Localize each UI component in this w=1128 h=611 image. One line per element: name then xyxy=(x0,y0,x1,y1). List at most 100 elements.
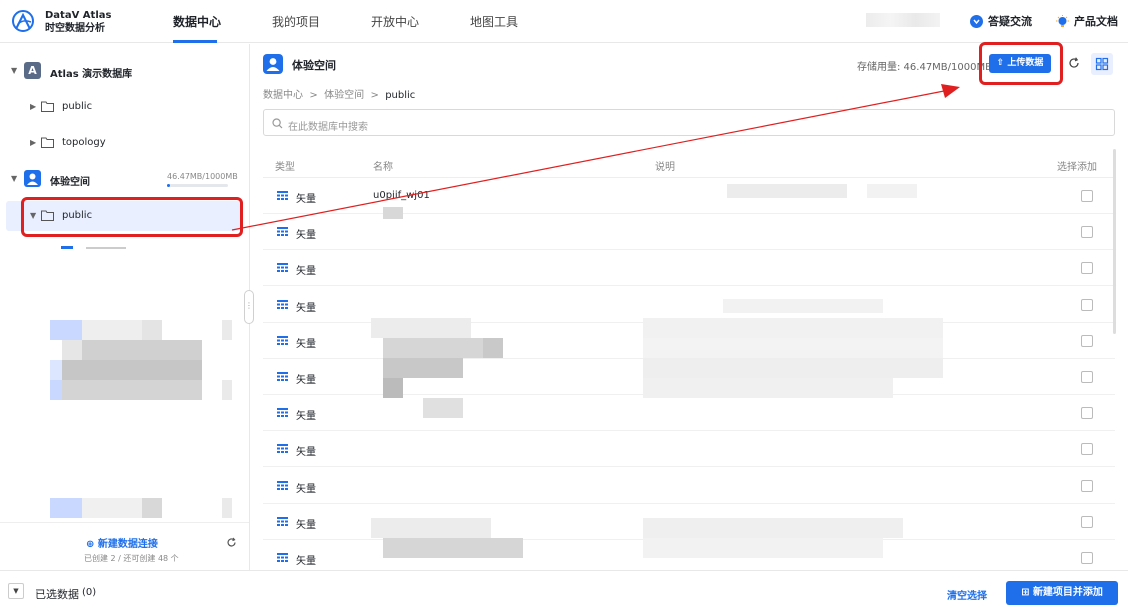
breadcrumb-space[interactable]: 体验空间 xyxy=(324,90,364,101)
expand-selection-button[interactable]: ▼ xyxy=(8,583,24,599)
table-grid-icon xyxy=(277,480,288,490)
row-select-checkbox[interactable] xyxy=(1081,334,1093,347)
caret-right-icon[interactable]: ▶ xyxy=(30,138,36,147)
row-select-checkbox[interactable] xyxy=(1081,226,1093,239)
grid-view-button[interactable] xyxy=(1091,53,1113,75)
docs-link[interactable]: 产品文档 xyxy=(1056,13,1118,29)
tree-item-atlas-public[interactable]: ▶ public xyxy=(0,93,246,121)
partial-item xyxy=(86,247,126,249)
create-project-button[interactable]: ⊞ 新建项目并添加 xyxy=(1006,581,1118,605)
blurred-content xyxy=(383,338,483,358)
brand-name[interactable]: DataV Atlas 时空数据分析 xyxy=(45,9,111,35)
refresh-icon[interactable] xyxy=(226,537,237,548)
qa-label: 答疑交流 xyxy=(988,15,1032,28)
clear-selection-button[interactable]: 清空选择 xyxy=(947,587,987,602)
blurred-content xyxy=(723,299,883,313)
folder-icon xyxy=(41,137,54,148)
create-project-label: 新建项目并添加 xyxy=(1032,587,1103,598)
blurred-content xyxy=(82,498,142,518)
datav-logo-icon[interactable] xyxy=(11,9,35,33)
blurred-content xyxy=(383,378,403,398)
row-type: 矢量 xyxy=(296,556,316,567)
table-row[interactable]: 矢量 xyxy=(263,395,1115,432)
table-header: 类型 名称 说明 选择添加 xyxy=(263,148,1115,178)
blurred-content xyxy=(62,360,202,380)
new-connection-label: 新建数据连接 xyxy=(97,539,158,550)
row-type: 矢量 xyxy=(296,338,316,350)
caret-down-icon[interactable]: ▼ xyxy=(11,174,17,183)
table-grid-icon xyxy=(277,227,288,237)
search-placeholder: 在此数据库中搜索 xyxy=(288,122,368,133)
row-type: 矢量 xyxy=(296,519,316,531)
row-type: 矢量 xyxy=(296,483,316,495)
row-select-checkbox[interactable] xyxy=(1081,298,1093,311)
docs-label: 产品文档 xyxy=(1074,15,1118,28)
tab-data-center[interactable]: 数据中心 xyxy=(173,13,221,30)
row-select-checkbox[interactable] xyxy=(1081,190,1093,202)
tab-my-projects[interactable]: 我的项目 xyxy=(272,13,320,30)
schema-label: topology xyxy=(62,137,106,148)
table-row[interactable]: 矢量 xyxy=(263,250,1115,287)
new-connection-button[interactable]: ⊕ 新建数据连接 xyxy=(86,535,158,550)
row-type: 矢量 xyxy=(296,230,316,242)
breadcrumb-data-center[interactable]: 数据中心 xyxy=(263,90,303,101)
tab-open-center[interactable]: 开放中心 xyxy=(371,13,419,30)
table-row[interactable]: 矢量 xyxy=(263,214,1115,251)
tree-item-space-db[interactable]: ▼ 体验空间 46.47MB/1000MB xyxy=(0,165,246,193)
lightbulb-icon xyxy=(1056,15,1069,27)
blurred-content xyxy=(643,358,943,378)
row-select-checkbox[interactable] xyxy=(1081,552,1093,564)
space-storage-text: 46.47MB/1000MB xyxy=(167,172,238,181)
blurred-content xyxy=(867,184,917,198)
blurred-content xyxy=(222,380,232,400)
red-highlight-box xyxy=(21,197,243,237)
row-type: 矢量 xyxy=(296,375,316,386)
main-panel: 体验空间 存储用量: 46.47MB/1000MB ⇧ 上传数据 数据中心 > … xyxy=(251,44,1128,576)
page-title: 体验空间 xyxy=(292,59,336,72)
row-select-checkbox[interactable] xyxy=(1081,407,1093,420)
refresh-icon[interactable] xyxy=(1068,57,1080,69)
blurred-content xyxy=(50,320,82,340)
top-header: DataV Atlas 时空数据分析 数据中心 我的项目 开放中心 地图工具 答… xyxy=(0,0,1128,43)
table-grid-icon xyxy=(277,372,288,381)
atlas-db-badge: A xyxy=(24,62,41,79)
scrollbar[interactable] xyxy=(1113,149,1116,334)
atlas-db-label: Atlas 演示数据库 xyxy=(50,69,133,80)
sidebar-footer: ⊕ 新建数据连接 已创建 2 / 还可创建 48 个 xyxy=(0,522,249,570)
qa-link[interactable]: 答疑交流 xyxy=(970,13,1032,29)
table-row[interactable]: 矢量 xyxy=(263,431,1115,468)
chat-bubble-icon xyxy=(970,15,983,28)
row-type: 矢量 xyxy=(296,266,316,278)
tree-item-atlas-topology[interactable]: ▶ topology xyxy=(0,129,246,157)
bottom-bar: ▼ 已选数据 (0) 清空选择 ⊞ 新建项目并添加 xyxy=(0,570,1128,611)
row-select-checkbox[interactable] xyxy=(1081,443,1093,456)
caret-right-icon[interactable]: ▶ xyxy=(30,102,36,111)
space-db-label: 体验空间 xyxy=(50,177,90,188)
schema-label: public xyxy=(62,101,93,112)
blurred-content xyxy=(371,518,491,538)
row-select-checkbox[interactable] xyxy=(1081,371,1093,383)
user-account-blurred[interactable] xyxy=(866,13,940,27)
space-storage-fill xyxy=(167,184,170,187)
blurred-content xyxy=(643,378,893,398)
brand-line-2: 时空数据分析 xyxy=(45,23,105,34)
tab-map-tools[interactable]: 地图工具 xyxy=(470,13,518,30)
blurred-content xyxy=(62,380,202,400)
row-type: 矢量 xyxy=(296,411,316,423)
table-row[interactable]: 矢量 xyxy=(263,468,1115,504)
row-select-checkbox[interactable] xyxy=(1081,479,1093,492)
tree-item-atlas-db[interactable]: ▼ A Atlas 演示数据库 xyxy=(0,57,246,85)
row-select-checkbox[interactable] xyxy=(1081,262,1093,275)
active-tab-indicator xyxy=(173,40,217,43)
table-grid-icon xyxy=(277,408,288,418)
table-grid-icon xyxy=(277,516,288,526)
search-input[interactable]: 在此数据库中搜索 xyxy=(263,109,1115,136)
blurred-content xyxy=(383,207,403,219)
table-grid-icon xyxy=(277,335,288,345)
blurred-content xyxy=(643,518,903,538)
table-grid-icon xyxy=(277,263,288,273)
row-select-checkbox[interactable] xyxy=(1081,515,1093,528)
blurred-content xyxy=(82,320,142,340)
col-select: 选择添加 xyxy=(1057,162,1097,173)
caret-down-icon[interactable]: ▼ xyxy=(11,66,17,75)
